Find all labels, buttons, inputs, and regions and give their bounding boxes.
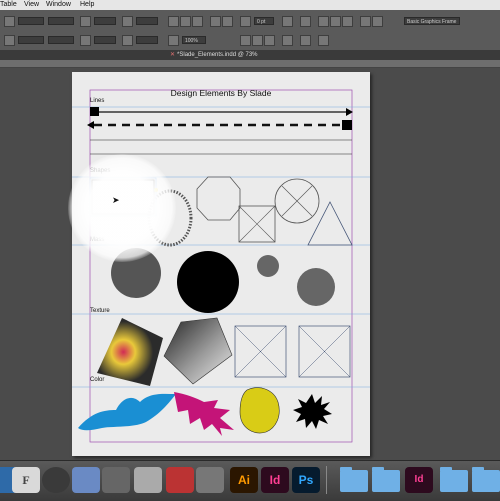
section-label-lines: Lines — [90, 98, 105, 104]
close-tab-icon[interactable]: ✕ — [170, 52, 175, 58]
h-field[interactable] — [48, 36, 74, 44]
selection-frame[interactable] — [89, 177, 158, 217]
workspace-switcher[interactable]: Basic Graphics Frame — [404, 17, 460, 25]
frame-fit-2-icon[interactable] — [252, 35, 263, 46]
folder-dock-icon-3[interactable] — [440, 467, 468, 492]
effects-icon[interactable] — [318, 35, 329, 46]
section-label-color: Color — [90, 377, 105, 383]
align-icon[interactable] — [360, 16, 371, 27]
section-label-texture: Texture — [90, 308, 110, 314]
mass-group[interactable] — [111, 248, 335, 313]
folder-dock-icon-2[interactable] — [372, 467, 400, 492]
illustrator-label: Ai — [238, 473, 250, 487]
select-content-icon[interactable] — [222, 16, 233, 27]
indesign-document-dock-icon[interactable]: Id — [405, 467, 433, 493]
stroke-swatch-icon[interactable] — [168, 35, 179, 46]
w-field[interactable] — [48, 17, 74, 25]
photo-booth-dock-icon[interactable] — [166, 467, 194, 493]
menu-help[interactable]: Help — [80, 0, 94, 10]
preview-dock-icon[interactable] — [72, 467, 100, 493]
color-group[interactable] — [78, 387, 332, 436]
zoom-field[interactable]: 100% — [182, 36, 206, 44]
menu-table[interactable]: Table — [0, 0, 17, 10]
line-end-square[interactable] — [90, 107, 99, 116]
control-panel: 0 pt Basic Graphics Frame 100% — [0, 10, 500, 51]
fill-field[interactable]: 0 pt — [254, 17, 274, 25]
wrap-2-icon[interactable] — [330, 16, 341, 27]
wrap-3-icon[interactable] — [342, 16, 353, 27]
rotate-icon[interactable] — [122, 16, 133, 27]
frame-fit-3-icon[interactable] — [264, 35, 275, 46]
shear-field[interactable] — [136, 36, 158, 44]
document-tab-title: *Slade_Elements.indd @ 73% — [177, 52, 258, 58]
fill-swatch-icon[interactable] — [240, 16, 251, 27]
rotate-field[interactable] — [136, 17, 158, 25]
scale-x-field[interactable] — [94, 17, 116, 25]
section-label-shapes: Shapes — [90, 168, 111, 174]
wrap-icon[interactable] — [318, 16, 329, 27]
lines-group[interactable] — [87, 107, 353, 155]
x-field[interactable] — [18, 17, 44, 25]
menu-bar: Table View Window Help — [0, 0, 500, 10]
reference-point-icon[interactable] — [4, 16, 15, 27]
indesign-label: Id — [269, 473, 281, 487]
corner-options-icon[interactable] — [282, 35, 293, 46]
menu-view[interactable]: View — [24, 0, 39, 10]
horizontal-ruler[interactable] — [0, 60, 500, 68]
photos-dock-icon[interactable] — [102, 467, 130, 493]
folder-dock-icon-1[interactable] — [340, 467, 368, 492]
texture-group[interactable] — [97, 317, 351, 386]
mouse-cursor-icon: ➤ — [112, 195, 120, 205]
select-container-icon[interactable] — [210, 16, 221, 27]
document-tab[interactable]: ✕ *Slade_Elements.indd @ 73% — [170, 50, 270, 60]
rotate-ccw-icon[interactable] — [180, 16, 191, 27]
shapes-group[interactable] — [91, 176, 353, 247]
indesign-dock-icon[interactable]: Id — [261, 467, 289, 493]
page-artwork — [72, 89, 370, 443]
system-app-dock-icon[interactable] — [134, 467, 162, 493]
opacity-icon[interactable] — [300, 35, 311, 46]
indesign-doc-label: Id — [414, 474, 424, 485]
photoshop-label: Ps — [298, 473, 314, 487]
shear-icon[interactable] — [122, 35, 133, 46]
stroke-weight-icon[interactable] — [282, 16, 293, 27]
scale-y-field[interactable] — [94, 36, 116, 44]
dock-divider — [326, 466, 327, 494]
y-field[interactable] — [18, 36, 44, 44]
frame-fit-icon[interactable] — [240, 35, 251, 46]
section-label-mass: Mass — [90, 237, 105, 243]
scale-x-icon[interactable] — [80, 16, 91, 27]
reference-point-2-icon[interactable] — [4, 35, 15, 46]
photoshop-dock-icon[interactable]: Ps — [292, 467, 320, 493]
flip-icon[interactable] — [192, 16, 203, 27]
font-book-dock-icon[interactable]: F — [12, 467, 40, 493]
menu-window[interactable]: Window — [46, 0, 71, 10]
utility-dock-icon[interactable] — [196, 467, 224, 493]
control-row-1: 0 pt Basic Graphics Frame — [0, 12, 500, 30]
launchpad-dock-icon[interactable] — [42, 467, 70, 493]
distribute-icon[interactable] — [372, 16, 383, 27]
fx-icon[interactable] — [300, 16, 311, 27]
control-row-2: 100% — [0, 31, 500, 49]
document-page[interactable]: Design Elements By Slade Lines Shapes Ma… — [72, 72, 370, 456]
page-title: Design Elements By Slade — [170, 88, 272, 98]
rotate-cw-icon[interactable] — [168, 16, 179, 27]
illustrator-dock-icon[interactable]: Ai — [230, 467, 258, 493]
scale-y-icon[interactable] — [80, 35, 91, 46]
folder-dock-icon-4[interactable] — [472, 467, 500, 492]
